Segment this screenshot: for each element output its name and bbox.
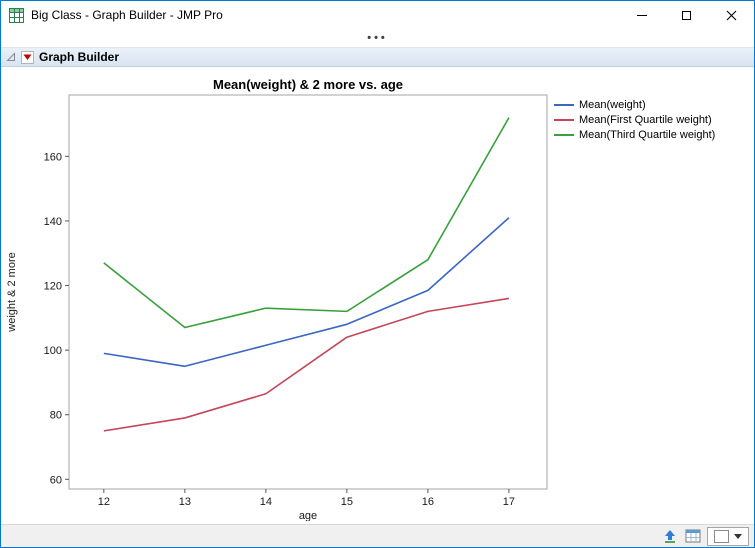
toolbar-collapse-strip: ••• xyxy=(1,29,754,47)
jmp-grid-icon xyxy=(9,7,24,23)
legend: Mean(weight) Mean(First Quartile weight) M… xyxy=(554,97,715,142)
y-tick-label: 100 xyxy=(44,345,62,357)
title-bar[interactable]: Big Class - Graph Builder - JMP Pro xyxy=(1,1,754,29)
y-axis-label[interactable]: weight & 2 more xyxy=(6,252,18,332)
x-tick-label: 13 xyxy=(179,496,191,508)
chart-canvas[interactable]: 60 80 100 120 140 160 12 13 14 15 16 17 age weight & … xyxy=(1,93,557,521)
swatch-box xyxy=(714,529,729,543)
red-triangle-icon xyxy=(23,54,32,60)
y-tick-label: 80 xyxy=(50,410,62,422)
x-tick-label: 16 xyxy=(422,496,434,508)
y-tick-label: 140 xyxy=(44,216,62,228)
minimize-button[interactable] xyxy=(619,1,664,29)
maximize-icon xyxy=(682,10,691,20)
close-icon xyxy=(726,10,737,20)
x-tick-label: 14 xyxy=(260,496,272,508)
legend-swatch xyxy=(554,133,574,136)
y-tick-label: 120 xyxy=(44,281,62,293)
up-arrow-icon xyxy=(665,530,675,543)
report-area: Mean(weight) & 2 more vs. age 60 80 100 120… xyxy=(1,67,754,524)
minimize-icon xyxy=(636,14,647,16)
status-bar xyxy=(1,524,754,547)
red-triangle-menu-button[interactable] xyxy=(21,50,34,64)
outline-collapse-icon[interactable] xyxy=(6,52,16,62)
legend-item[interactable]: Mean(weight) xyxy=(554,97,715,112)
y-tick-label: 160 xyxy=(44,151,62,163)
legend-swatch xyxy=(554,103,574,106)
maximize-button[interactable] xyxy=(664,1,709,29)
app-icon[interactable] xyxy=(9,7,25,23)
caret-down-icon xyxy=(734,533,742,539)
x-axis-label[interactable]: age xyxy=(299,510,317,521)
data-table-icon xyxy=(685,529,701,543)
legend-item[interactable]: Mean(Third Quartile weight) xyxy=(554,127,715,142)
up-arrow-button[interactable] xyxy=(661,526,679,546)
x-tick-label: 12 xyxy=(98,496,110,508)
close-button[interactable] xyxy=(709,1,754,29)
legend-item[interactable]: Mean(First Quartile weight) xyxy=(554,112,715,127)
x-tick-label: 15 xyxy=(341,496,353,508)
data-table-button[interactable] xyxy=(684,526,702,546)
jmp-window: Big Class - Graph Builder - JMP Pro ••• … xyxy=(0,0,755,548)
legend-label: Mean(Third Quartile weight) xyxy=(579,128,716,141)
legend-label: Mean(weight) xyxy=(579,98,646,111)
y-tick-label: 60 xyxy=(50,474,62,486)
legend-label: Mean(First Quartile weight) xyxy=(579,113,712,126)
x-tick-label: 17 xyxy=(503,496,515,508)
outline-header: Graph Builder xyxy=(1,47,754,67)
toolbar-dots-handle[interactable]: ••• xyxy=(367,32,388,44)
legend-swatch xyxy=(554,118,574,121)
window-title: Big Class - Graph Builder - JMP Pro xyxy=(31,8,223,22)
chart-title: Mean(weight) & 2 more vs. age xyxy=(213,77,403,92)
outline-title: Graph Builder xyxy=(39,50,120,64)
display-options-dropdown[interactable] xyxy=(707,526,749,546)
